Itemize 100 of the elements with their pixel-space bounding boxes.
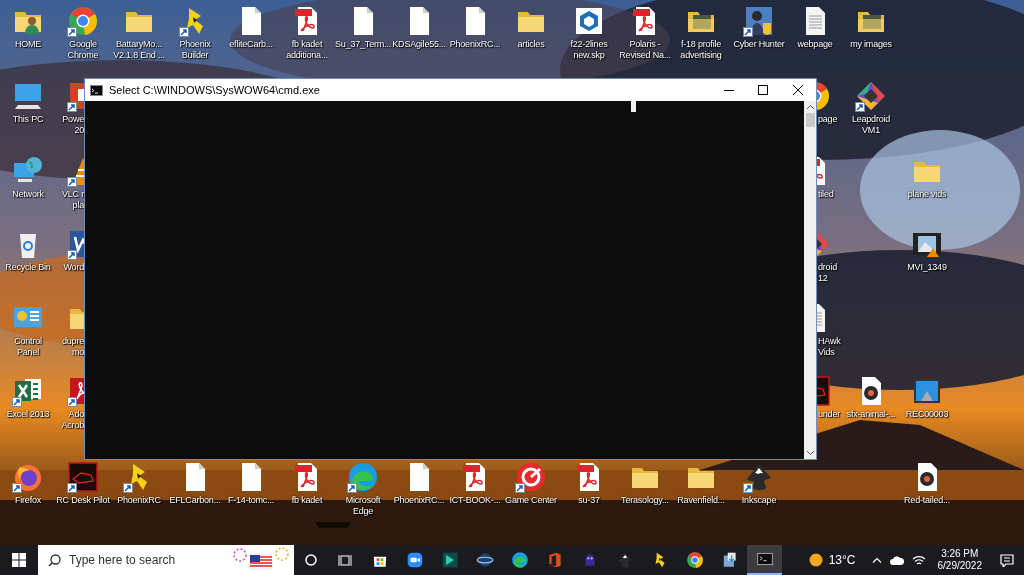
icon-label: PhoenixRC (117, 495, 161, 506)
scrollbar-thumb[interactable] (805, 113, 815, 127)
search-field[interactable]: Type here to search (38, 545, 294, 575)
icon-label: page (818, 114, 838, 125)
icon-label: tiled (818, 189, 834, 200)
icon-label: Powe 20 (62, 114, 84, 136)
icon-label: Su_37_Term... (335, 39, 391, 50)
icon-label: Ado Acrob (61, 409, 84, 431)
close-icon (793, 85, 803, 95)
icon-label: REC00003 (905, 409, 949, 420)
wifi-icon[interactable] (911, 554, 926, 566)
icon-label: Phoenix Builder (179, 39, 211, 61)
icon-label: Microsoft Edge (345, 495, 381, 517)
minimize-icon (724, 89, 734, 91)
wave-browser-icon[interactable] (347, 461, 379, 493)
icon-label: dupre mo (61, 336, 84, 358)
shortcut-arrow-icon (12, 397, 22, 407)
shortcut-arrow-icon (67, 483, 77, 493)
icon-label: fb kadet (291, 495, 323, 506)
simulator-icon[interactable] (67, 461, 99, 493)
icon-label: ICT-BOOK-... (449, 495, 501, 506)
chevron-up-icon[interactable] (871, 557, 882, 563)
wave-browser-icon (510, 551, 529, 569)
icon-label: webpage (797, 39, 833, 50)
shortcut-arrow-icon (743, 483, 753, 493)
simulator-icon[interactable] (817, 375, 831, 407)
task-view-icon (338, 553, 352, 567)
search-icon (48, 553, 61, 567)
shortcut-arrow-icon (67, 27, 77, 37)
console-icon (90, 84, 103, 96)
icon-label: Red-tailed... (904, 495, 950, 506)
icon-label: F-14-tomc... (227, 495, 275, 506)
windows-logo-icon (12, 553, 26, 567)
icon-label: Terasology... (621, 495, 669, 506)
scrollbar[interactable] (804, 101, 816, 459)
text-cursor (631, 101, 636, 112)
window-title: Select C:\WINDOWS\SysWOW64\cmd.exe (109, 82, 321, 98)
emulator-icon[interactable] (855, 80, 887, 112)
icon-label: KDSAgile55... (392, 39, 446, 50)
cube-icon[interactable] (573, 5, 605, 37)
browser-icon (685, 551, 704, 569)
circle-icon (305, 554, 317, 566)
icon-label: Network (12, 189, 44, 200)
icon-label: This PC (12, 114, 44, 125)
notification-icon[interactable] (1000, 553, 1014, 567)
icon-label: RC Desk Pilot (56, 495, 110, 506)
search-input[interactable]: Type here to search (69, 551, 232, 569)
icon-label: EFLCarbon... (169, 495, 221, 506)
icon-label: fb kadet additiona... (286, 39, 328, 61)
icon-label: BattaryMo... V2.1.8 End ... (113, 39, 165, 61)
taskbar-app-button[interactable] (747, 545, 782, 575)
icon-label: articles (517, 39, 545, 50)
icon-label: Control Panel (14, 336, 42, 358)
icon-label: PhoenixRC... (393, 495, 445, 506)
shortcut-arrow-icon (515, 483, 525, 493)
icon-label: Recycle Bin (5, 262, 51, 273)
icon-label: Inkscape (741, 495, 777, 506)
shortcut-arrow-icon (743, 27, 753, 37)
icon-label: my images (850, 39, 892, 50)
shortcut-arrow-icon (12, 483, 22, 493)
shortcut-arrow-icon (67, 250, 77, 260)
game-center-icon[interactable] (515, 461, 547, 493)
game-icon[interactable] (743, 5, 775, 37)
terminal-icon (755, 550, 774, 568)
icon-label: Firefox (14, 495, 42, 506)
icon-label: under (818, 409, 841, 420)
shortcut-arrow-icon (347, 483, 357, 493)
shortcut-arrow-icon (855, 102, 865, 112)
icon-label: Polaris - Revised Na... (619, 39, 671, 61)
flag-fireworks-icon (232, 547, 290, 573)
icon-label: Google Chrome (67, 39, 99, 61)
camera-app-icon (405, 551, 424, 569)
icon-label: Game Center (505, 495, 557, 506)
icon-label: Excel 2013 (6, 409, 50, 420)
icon-label: Word (63, 262, 84, 273)
icon-label: efliteCarb... (229, 39, 273, 50)
icon-label: su-37 (578, 495, 600, 506)
icon-label: VLC r pla (62, 189, 84, 211)
cloud-icon[interactable] (889, 555, 904, 565)
shortcut-arrow-icon (123, 483, 133, 493)
maximize-icon (758, 85, 768, 95)
icon-label: f22-2lines new.skp (570, 39, 608, 61)
icon-label: HOME (14, 39, 42, 50)
shortcut-arrow-icon (179, 27, 189, 37)
shortcut-arrow-icon (67, 102, 77, 112)
icon-label: sfx-animal-... (846, 409, 896, 420)
icon-label: plane vids (907, 189, 947, 200)
sun-icon (808, 553, 823, 567)
shortcut-arrow-icon (67, 397, 77, 407)
icon-label: Leapdroid VM1 (851, 114, 891, 136)
icon-label: PhoenixRC... (449, 39, 501, 50)
icon-label: droid 12 (818, 262, 837, 284)
scroll-up-icon[interactable] (806, 105, 814, 109)
icon-label: Ravenfield... (677, 495, 725, 506)
scroll-down-icon[interactable] (806, 451, 814, 455)
temperature-text[interactable]: 13°C (828, 551, 856, 569)
icon-label: MVI_1349 (907, 262, 947, 273)
icon-label: Cyber Hunter (733, 39, 785, 50)
clock-button[interactable]: 3:26 PM 6/29/2022 (937, 548, 982, 572)
browser-icon[interactable] (67, 5, 99, 37)
